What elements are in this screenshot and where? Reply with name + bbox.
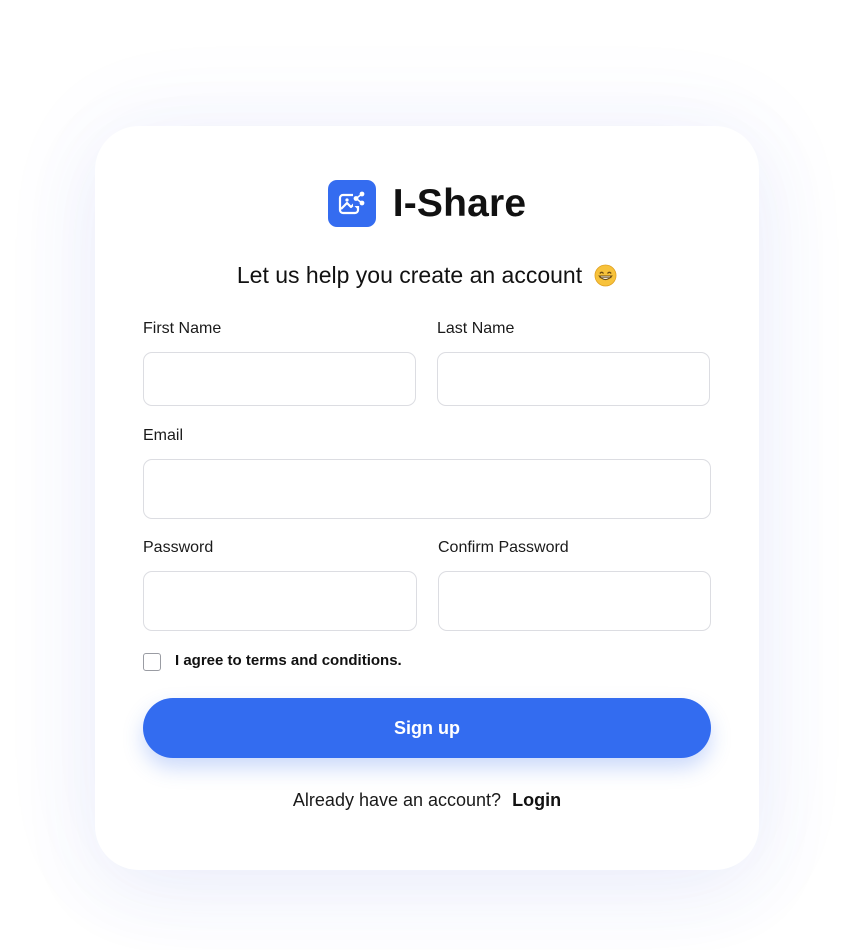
first-name-label: First Name [143,320,222,337]
password-label: Password [143,539,214,556]
last-name-field[interactable] [437,352,710,406]
confirm-password-label: Confirm Password [438,539,569,556]
terms-label[interactable]: I agree to terms and conditions. [175,652,402,669]
email-field[interactable] [143,459,711,519]
email-label: Email [143,427,184,444]
last-name-label: Last Name [437,320,515,337]
login-prompt-text: Already have an account? [292,790,502,810]
signup-card: I-Share Let us help you create an accoun… [95,126,759,870]
brand-name: I-Share [392,181,527,225]
page: I-Share Let us help you create an accoun… [0,0,856,950]
page-subtitle: Let us help you create an account [95,262,759,289]
login-link[interactable]: Login [512,790,561,810]
login-prompt: Already have an account? Login [95,790,759,811]
sign-up-button[interactable]: Sign up [143,698,711,758]
confirm-password-field[interactable] [438,571,711,631]
subtitle-text: Let us help you create an account [236,262,583,288]
image-share-icon [327,180,376,227]
brand-header: I-Share [95,180,759,227]
password-field[interactable] [143,571,417,631]
grinning-face-emoji-icon [594,264,617,287]
terms-checkbox[interactable] [143,653,161,671]
first-name-field[interactable] [143,352,416,406]
